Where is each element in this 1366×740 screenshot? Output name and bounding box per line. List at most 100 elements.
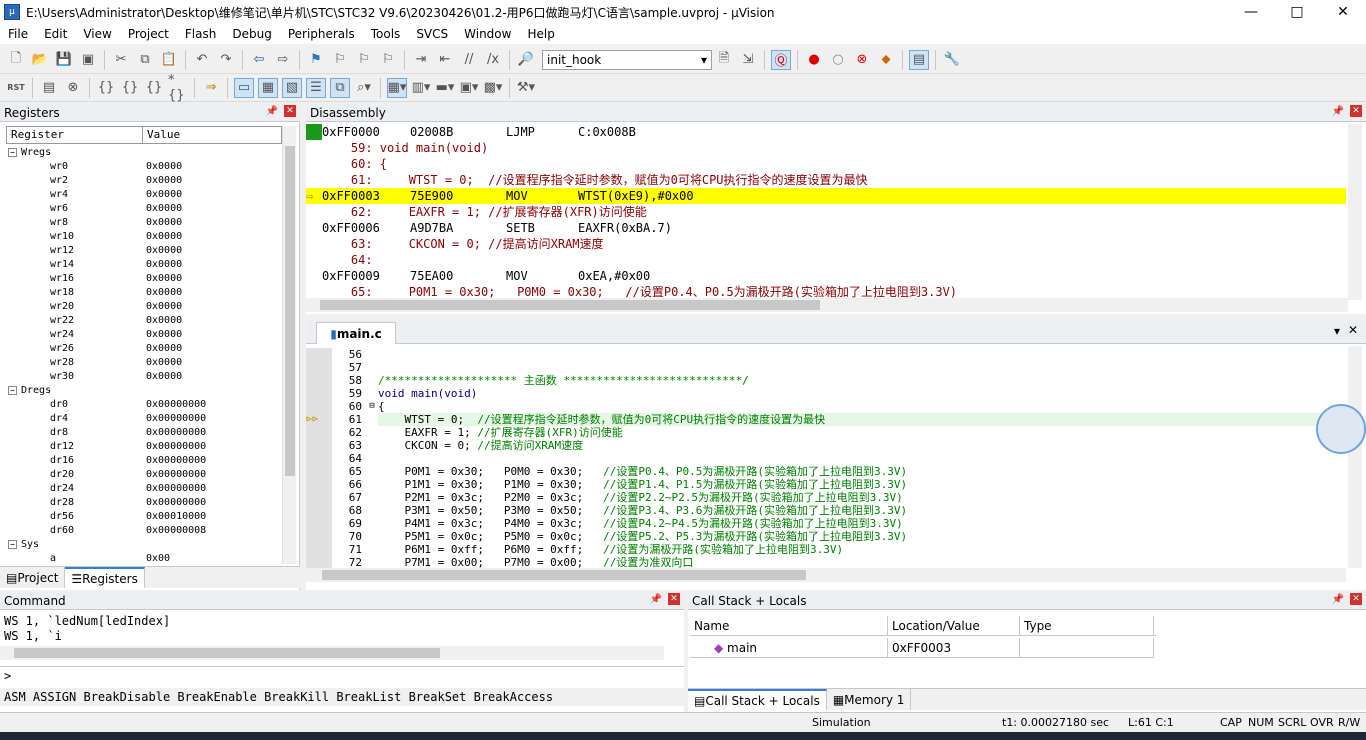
source-line[interactable]: 64: bbox=[306, 252, 1346, 268]
fold-icon[interactable]: ⊟ bbox=[366, 400, 378, 413]
menu-file[interactable]: File bbox=[0, 27, 36, 41]
asm-line[interactable]: 0xFF0006 A9D7BA SETB EAXFR(0xBA.7) bbox=[306, 220, 1346, 236]
tab-registers[interactable]: ☰ Registers bbox=[65, 567, 145, 588]
collapse-icon[interactable]: − bbox=[8, 540, 17, 549]
register-value[interactable]: 0x0000 bbox=[146, 272, 282, 286]
disassembly-list[interactable]: 0xFF0000 02008B LJMP C:0x008B 59: void main… bbox=[306, 124, 1346, 300]
show-next-statement-icon[interactable]: ⇒ bbox=[201, 78, 221, 98]
register-row[interactable]: wr16 0x0000 bbox=[6, 272, 282, 286]
unindent-icon[interactable]: ⇤ bbox=[435, 50, 455, 70]
run-to-cursor-icon[interactable]: *{} bbox=[168, 73, 188, 103]
col-name[interactable]: Name bbox=[690, 616, 888, 635]
registers-scrollbar[interactable] bbox=[282, 126, 296, 564]
open-folder-icon[interactable]: 📂 bbox=[30, 50, 50, 70]
register-value[interactable]: 0x00000000 bbox=[146, 426, 282, 440]
configure-icon[interactable]: 🔧 bbox=[942, 50, 962, 70]
register-value[interactable] bbox=[146, 146, 282, 160]
find-in-files-icon[interactable]: 🔎 bbox=[516, 50, 536, 70]
register-value[interactable]: 0x0000 bbox=[146, 342, 282, 356]
command-hscrollbar[interactable] bbox=[0, 646, 664, 660]
trace-window-icon[interactable]: ▣▾ bbox=[459, 78, 479, 98]
register-row[interactable]: wr10 0x0000 bbox=[6, 230, 282, 244]
step-over-icon[interactable]: {} bbox=[120, 78, 140, 98]
code-line[interactable]: 68 P3M1 = 0x50; P3M0 = 0x50; //设置P3.4、P3… bbox=[306, 504, 1346, 517]
comment-icon[interactable]: // bbox=[459, 50, 479, 70]
stop-icon[interactable]: ⊗ bbox=[63, 78, 83, 98]
register-value[interactable]: 0x0000 bbox=[146, 216, 282, 230]
chevron-down-icon[interactable]: ▾ bbox=[701, 53, 707, 67]
register-value[interactable]: 0x00000000 bbox=[146, 412, 282, 426]
register-row[interactable]: wr30 0x0000 bbox=[6, 370, 282, 384]
pin-icon[interactable]: 📌 bbox=[1332, 106, 1344, 117]
breakpoint-insert-icon[interactable]: ● bbox=[804, 50, 824, 70]
menu-debug[interactable]: Debug bbox=[224, 27, 279, 41]
collapse-icon[interactable]: − bbox=[8, 148, 17, 157]
register-value[interactable]: 0x0000 bbox=[146, 160, 282, 174]
watch-window-icon[interactable]: ⌕▾ bbox=[354, 78, 374, 98]
floating-assistant-avatar[interactable] bbox=[1316, 404, 1366, 454]
code-line[interactable]: 59 void main(void) bbox=[306, 387, 1346, 400]
register-value[interactable]: 0x0000 bbox=[146, 202, 282, 216]
nav-forward-icon[interactable]: ⇨ bbox=[273, 50, 293, 70]
register-value[interactable]: 0x0000 bbox=[146, 244, 282, 258]
register-value[interactable]: 0x00000000 bbox=[146, 496, 282, 510]
code-line[interactable]: 62 EAXFR = 1; //扩展寄存器(XFR)访问使能 bbox=[306, 426, 1346, 439]
copy-icon[interactable]: ⧉ bbox=[135, 50, 155, 70]
code-line[interactable]: 71 P6M1 = 0xff; P6M0 = 0xff; //设置为漏极开路(实… bbox=[306, 543, 1346, 556]
code-line[interactable]: 58 /******************** 主函数 ************… bbox=[306, 374, 1346, 387]
tab-memory-1[interactable]: ▦ Memory 1 bbox=[827, 689, 912, 710]
close-icon[interactable]: ✕ bbox=[668, 593, 680, 605]
register-row[interactable]: dr56 0x00010000 bbox=[6, 510, 282, 524]
asm-line[interactable]: 0xFF0009 75EA00 MOV 0xEA,#0x00 bbox=[306, 268, 1346, 284]
nav-back-icon[interactable]: ⇦ bbox=[249, 50, 269, 70]
col-register[interactable]: Register bbox=[7, 127, 143, 143]
source-line[interactable]: 59: void main(void) bbox=[306, 140, 1346, 156]
register-value[interactable]: 0x0000 bbox=[146, 174, 282, 188]
register-row[interactable]: wr8 0x0000 bbox=[6, 216, 282, 230]
register-row[interactable]: wr22 0x0000 bbox=[6, 314, 282, 328]
register-row[interactable]: a 0x00 bbox=[6, 552, 282, 564]
register-row[interactable]: dr16 0x00000000 bbox=[6, 454, 282, 468]
debug-session-icon[interactable]: Ⓠ bbox=[771, 49, 791, 70]
editor-hscrollbar[interactable] bbox=[306, 568, 1346, 582]
save-all-icon[interactable]: ▣ bbox=[78, 50, 98, 70]
scroll-thumb[interactable] bbox=[322, 570, 806, 580]
register-value[interactable]: 0x0000 bbox=[146, 300, 282, 314]
undo-icon[interactable]: ↶ bbox=[192, 50, 212, 70]
toolbox-icon[interactable]: ⚒▾ bbox=[516, 78, 536, 98]
register-row[interactable]: wr2 0x0000 bbox=[6, 174, 282, 188]
menu-tools[interactable]: Tools bbox=[363, 27, 409, 41]
code-line[interactable]: 69 P4M1 = 0x3c; P4M0 = 0x3c; //设置P4.2~P4… bbox=[306, 517, 1346, 530]
incremental-find-icon[interactable]: ⇲ bbox=[738, 50, 758, 70]
register-value[interactable]: 0x00010000 bbox=[146, 510, 282, 524]
code-line[interactable]: 66 P1M1 = 0x30; P1M0 = 0x30; //设置P1.4、P1… bbox=[306, 478, 1346, 491]
new-file-icon[interactable]: 🗋 bbox=[6, 50, 26, 70]
registers-window-icon[interactable]: ☰ bbox=[306, 77, 326, 98]
register-value[interactable]: 0x00000000 bbox=[146, 440, 282, 454]
menu-window[interactable]: Window bbox=[456, 27, 519, 41]
maximize-button[interactable]: □ bbox=[1274, 0, 1320, 24]
step-out-icon[interactable]: {} bbox=[144, 78, 164, 98]
register-value[interactable]: 0x00000000 bbox=[146, 482, 282, 496]
col-location[interactable]: Location/Value bbox=[888, 616, 1020, 635]
serial-window-icon[interactable]: ▥▾ bbox=[411, 78, 431, 98]
bookmark-prev-icon[interactable]: ⚐ bbox=[330, 50, 350, 70]
tab-main-c[interactable]: ▮ main.c bbox=[316, 322, 396, 344]
register-row[interactable]: wr6 0x0000 bbox=[6, 202, 282, 216]
run-icon[interactable]: ▤ bbox=[39, 78, 59, 98]
register-row[interactable]: wr4 0x0000 bbox=[6, 188, 282, 202]
scroll-thumb[interactable] bbox=[285, 146, 295, 476]
menu-edit[interactable]: Edit bbox=[36, 27, 75, 41]
step-into-icon[interactable]: {} bbox=[96, 78, 116, 98]
register-row[interactable]: wr0 0x0000 bbox=[6, 160, 282, 174]
register-value[interactable]: 0x00 bbox=[146, 552, 282, 564]
register-value[interactable]: 0x0000 bbox=[146, 258, 282, 272]
indent-icon[interactable]: ⇥ bbox=[411, 50, 431, 70]
uncomment-icon[interactable]: /x bbox=[483, 50, 503, 70]
close-icon[interactable]: ✕ bbox=[1350, 593, 1362, 605]
register-value[interactable]: 0x00000000 bbox=[146, 398, 282, 412]
code-line[interactable]: 65 P0M1 = 0x30; P0M0 = 0x30; //设置P0.4、P0… bbox=[306, 465, 1346, 478]
code-line[interactable]: 56 bbox=[306, 348, 1346, 361]
register-row[interactable]: wr26 0x0000 bbox=[6, 342, 282, 356]
cut-icon[interactable]: ✂ bbox=[111, 50, 131, 70]
